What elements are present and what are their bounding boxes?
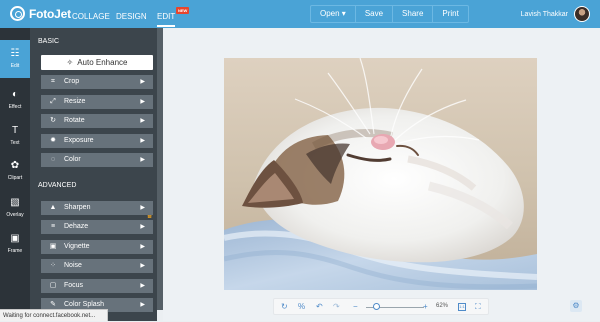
- menu-item-crop[interactable]: ⌗ Crop ▶: [41, 75, 153, 89]
- top-actions: Open ▾ Save Share Print: [310, 5, 469, 23]
- dehaze-icon: ≡: [50, 223, 56, 230]
- zoom-in-icon[interactable]: +: [423, 301, 428, 312]
- tool-overlay-label: Overlay: [6, 212, 24, 218]
- tool-text[interactable]: T Text: [0, 117, 30, 155]
- menu-item-sharpen[interactable]: ▲ Sharpen ▶: [41, 201, 153, 215]
- tool-frame-label: Frame: [7, 248, 23, 254]
- advanced-title: ADVANCED: [38, 182, 77, 189]
- menu-item-noise[interactable]: ⁘ Noise ▶: [41, 259, 153, 273]
- nav-collage[interactable]: COLLAGE: [72, 12, 110, 21]
- edit-panel: BASIC ✧ Auto Enhance ⌗ Crop ▶ ⤢ Resize ▶ …: [30, 28, 157, 321]
- effect-icon: ◐: [11, 89, 19, 100]
- photo-controls: ↻ % ↶ ↷ − + 62% 1:1 ⛶: [273, 298, 489, 315]
- menu-item-label: Rotate: [64, 117, 85, 124]
- sharpen-icon: ▲: [49, 204, 57, 211]
- auto-enhance-label: Auto Enhance: [77, 58, 128, 67]
- print-button[interactable]: Print: [433, 6, 467, 22]
- menu-item-label: Focus: [64, 282, 84, 289]
- tool-edit[interactable]: ☷ Edit: [0, 40, 30, 78]
- noise-icon: ⁘: [50, 262, 56, 269]
- exposure-icon: ✹: [50, 137, 56, 144]
- compare-icon[interactable]: %: [298, 301, 305, 312]
- basic-title: BASIC: [38, 38, 60, 45]
- chevron-right-icon: ▶: [140, 302, 145, 308]
- menu-item-vignette[interactable]: ▣ Vignette ▶: [41, 240, 153, 254]
- menu-item-label: Vignette: [64, 243, 90, 250]
- focus-icon: ▢: [49, 282, 57, 289]
- chevron-right-icon: ▶: [140, 244, 145, 250]
- tool-text-label: Text: [10, 140, 20, 146]
- chevron-right-icon: ▶: [140, 118, 145, 124]
- fit-screen-icon[interactable]: ⛶: [475, 301, 481, 312]
- actual-size-icon[interactable]: 1:1: [458, 303, 466, 311]
- top-bar: FotoJet COLLAGE DESIGN EDIT NEW Open ▾ S…: [0, 0, 600, 28]
- menu-item-label: Color: [64, 156, 81, 163]
- color-icon: ◌: [50, 156, 56, 163]
- tool-clipart-label: Clipart: [7, 175, 23, 181]
- tool-clipart[interactable]: ✿ Clipart: [0, 152, 30, 190]
- chevron-right-icon: ▶: [140, 79, 145, 85]
- sliders-icon: ☷: [10, 48, 20, 59]
- menu-item-label: Resize: [64, 98, 86, 105]
- menu-item-resize[interactable]: ⤢ Resize ▶: [41, 95, 153, 109]
- share-button[interactable]: Share: [393, 6, 434, 22]
- save-button[interactable]: Save: [356, 6, 394, 22]
- tool-effect-label: Effect: [8, 104, 22, 110]
- auto-enhance-button[interactable]: ✧ Auto Enhance: [41, 55, 153, 70]
- nav-design[interactable]: DESIGN: [116, 12, 147, 21]
- redo-icon[interactable]: ↷: [333, 301, 340, 312]
- zoom-out-icon[interactable]: −: [353, 301, 358, 312]
- menu-item-label: Sharpen: [64, 204, 91, 211]
- settings-gear-icon[interactable]: ⚙: [570, 300, 582, 312]
- chevron-right-icon: ▶: [140, 99, 145, 105]
- cat-photo-image: [224, 58, 537, 290]
- left-toolbar: ☷ Edit ◐ Effect T Text ✿ Clipart ▧ Overl…: [0, 28, 30, 321]
- overlay-icon: ▧: [10, 197, 20, 208]
- resize-icon: ⤢: [50, 98, 56, 105]
- logo-icon: [10, 6, 25, 21]
- menu-item-color[interactable]: ◌ Color ▶: [41, 153, 153, 167]
- user-name: Lavish Thakkar: [520, 10, 568, 18]
- chevron-right-icon: ▶: [140, 224, 145, 230]
- nav-edit[interactable]: EDIT: [157, 12, 176, 27]
- new-badge: NEW: [176, 7, 190, 14]
- menu-item-label: Crop: [64, 78, 80, 85]
- user-menu[interactable]: Lavish Thakkar: [521, 6, 590, 22]
- menu-item-label: Noise: [64, 262, 82, 269]
- magic-wand-icon: ✧: [66, 58, 74, 67]
- chevron-right-icon: ▶: [140, 263, 145, 269]
- chevron-right-icon: ▶: [140, 283, 145, 289]
- logo-text: FotoJet: [29, 6, 71, 21]
- frame-icon: ▣: [10, 233, 20, 244]
- crop-icon: ⌗: [51, 78, 55, 85]
- clipart-icon: ✿: [10, 160, 20, 171]
- tool-effect[interactable]: ◐ Effect: [0, 81, 30, 119]
- open-button[interactable]: Open ▾: [311, 6, 356, 22]
- chevron-right-icon: ▶: [140, 157, 145, 163]
- menu-item-focus[interactable]: ▢ Focus ▶: [41, 279, 153, 293]
- avatar: [574, 6, 590, 22]
- reset-icon[interactable]: ↻: [281, 301, 288, 312]
- menu-item-rotate[interactable]: ↻ Rotate ▶: [41, 114, 153, 128]
- undo-icon[interactable]: ↶: [316, 301, 323, 312]
- browser-status-bar: Waiting for connect.facebook.net...: [0, 309, 108, 321]
- menu-item-exposure[interactable]: ✹ Exposure ▶: [41, 134, 153, 148]
- fotojet-logo[interactable]: FotoJet: [10, 6, 71, 21]
- tool-frame[interactable]: ▣ Frame: [0, 225, 30, 263]
- chevron-right-icon: ▶: [140, 138, 145, 144]
- zoom-percent: 62%: [436, 303, 449, 309]
- vignette-icon: ▣: [49, 243, 57, 250]
- tool-overlay[interactable]: ▧ Overlay: [0, 189, 30, 227]
- text-icon: T: [11, 125, 19, 136]
- rotate-icon: ↻: [50, 117, 56, 124]
- menu-item-label: Exposure: [64, 137, 94, 144]
- menu-item-label: Dehaze: [64, 223, 89, 230]
- chevron-right-icon: ▶: [140, 205, 145, 211]
- tool-edit-label: Edit: [10, 63, 20, 69]
- zoom-slider-thumb[interactable]: [373, 303, 380, 310]
- cat-photo: [224, 58, 537, 290]
- menu-item-dehaze[interactable]: ≡ Dehaze ▶: [41, 220, 153, 234]
